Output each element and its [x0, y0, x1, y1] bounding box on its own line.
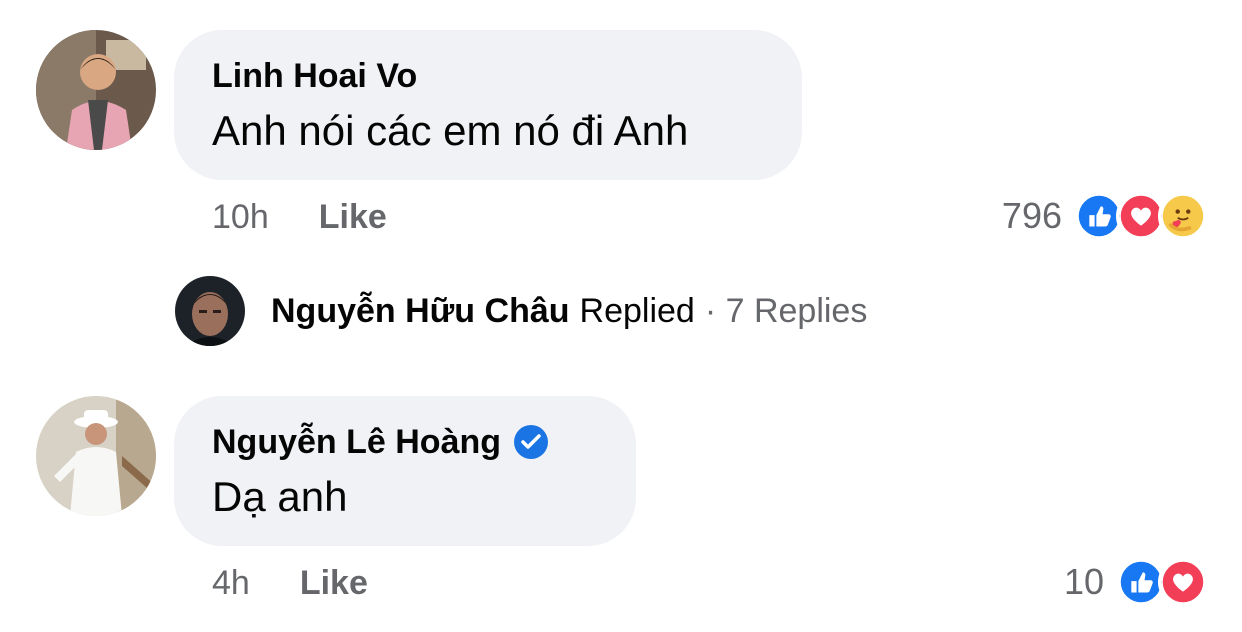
replies-link[interactable]: Nguyễn Hữu Châu Replied · 7 Replies	[175, 276, 867, 346]
like-button[interactable]: Like	[319, 198, 387, 237]
reply-avatar[interactable]	[175, 276, 245, 346]
comment-author[interactable]: Nguyễn Lê Hoàng	[212, 422, 598, 462]
reply-author-name[interactable]: Nguyễn Hữu Châu	[271, 292, 570, 331]
reaction-summary[interactable]: 10	[1064, 557, 1208, 607]
author-name[interactable]: Linh Hoai Vo	[212, 56, 417, 96]
reaction-count: 796	[1001, 195, 1062, 236]
verified-badge-icon	[513, 424, 549, 460]
avatar-nguyen-le-hoang[interactable]	[36, 396, 156, 516]
comment-text: Dạ anh	[212, 473, 348, 520]
reply-action-label: Replied	[579, 291, 695, 330]
comment-meta: 10h Like	[212, 198, 387, 237]
love-reaction-icon	[1158, 557, 1208, 607]
avatar-linh-hoai-vo[interactable]	[36, 30, 156, 150]
comment-bubble: Nguyễn Lê Hoàng Dạ anh	[174, 396, 636, 546]
care-reaction-icon	[1158, 191, 1208, 241]
like-button[interactable]: Like	[300, 564, 368, 603]
reaction-summary[interactable]: 796	[1002, 191, 1208, 241]
comment-meta: 4h Like	[212, 564, 368, 603]
reaction-count: 10	[1063, 561, 1104, 602]
comment-time[interactable]: 4h	[212, 564, 250, 603]
author-name[interactable]: Nguyễn Lê Hoàng	[212, 422, 501, 462]
comment-text: Anh nói các em nó đi Anh	[212, 107, 689, 154]
comment-bubble: Linh Hoai Vo Anh nói các em nó đi Anh	[174, 30, 802, 180]
reply-count[interactable]: · 7 Replies	[705, 292, 868, 331]
comment-time[interactable]: 10h	[212, 198, 269, 237]
comment-author[interactable]: Linh Hoai Vo	[212, 56, 764, 96]
